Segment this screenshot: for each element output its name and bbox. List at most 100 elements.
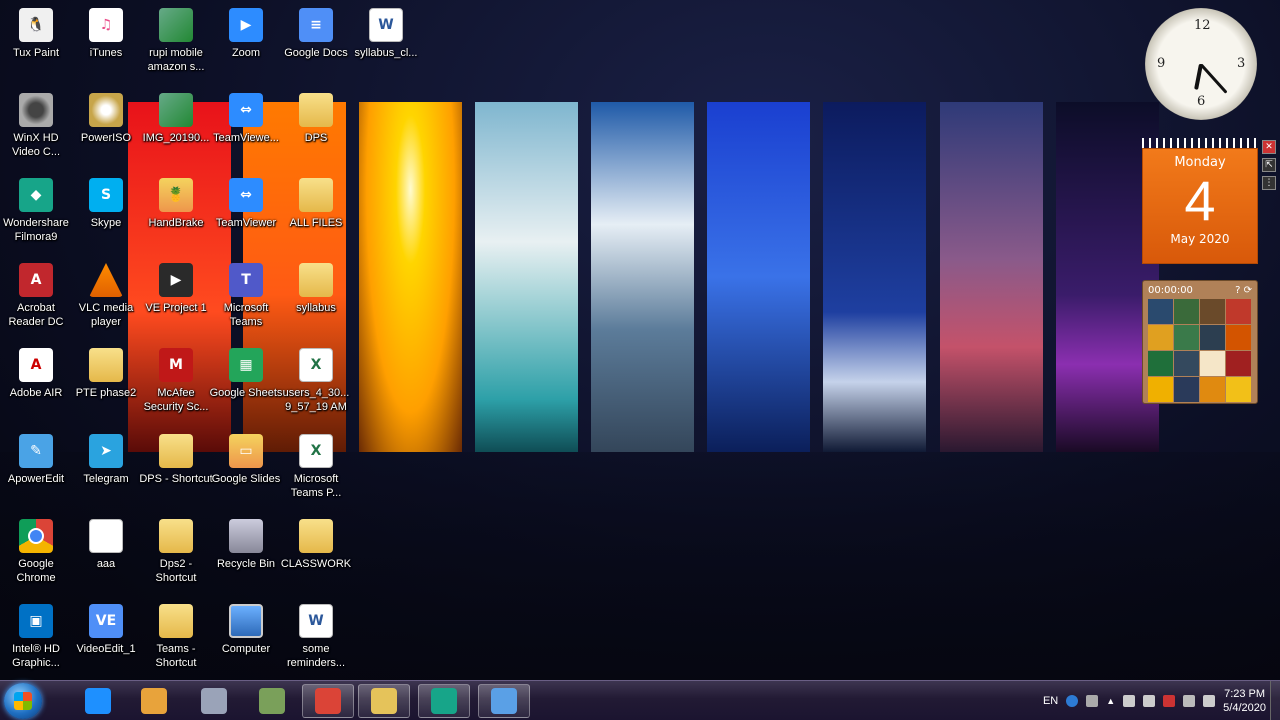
desktop-icon[interactable]: ▦ Google Sheets — [210, 348, 282, 432]
taskbar-button[interactable] — [358, 684, 410, 718]
help-icon[interactable] — [1066, 695, 1079, 707]
desktop-icon[interactable]: VE VideoEdit_1 — [70, 604, 142, 688]
puzzle-tile[interactable] — [1200, 351, 1225, 376]
desktop-icon[interactable]: syllabus — [280, 263, 352, 347]
puzzle-tile[interactable] — [1148, 351, 1173, 376]
desktop-icon[interactable]: S Skype — [70, 178, 142, 262]
clock-gadget[interactable]: 12 3 6 9 — [1145, 8, 1257, 120]
desktop-icon[interactable]: Xusers_4_30... 9_57_19 AM — [280, 348, 352, 432]
puzzle-tile[interactable] — [1148, 377, 1173, 402]
puzzle-controls-icon[interactable]: ? ⟳ — [1235, 285, 1252, 296]
gadget-close-icon[interactable]: ✕ — [1262, 140, 1276, 154]
desktop-icon[interactable]: rupi mobile amazon s... — [140, 8, 212, 92]
clock-tray[interactable]: 7:23 PM 5/4/2020 — [1223, 687, 1266, 715]
desktop-icon[interactable]: Wsome reminders... — [280, 604, 352, 688]
input-method-icon[interactable] — [1086, 695, 1099, 707]
language-indicator[interactable]: EN — [1043, 695, 1058, 707]
desktop-icon[interactable]: DPS — [280, 93, 352, 177]
desktop-icon[interactable]: 🐧 Tux Paint — [0, 8, 72, 92]
filmora-icon: ◆ — [19, 178, 53, 212]
taskbar-button[interactable] — [72, 684, 124, 718]
puzzle-tile[interactable] — [1226, 299, 1251, 324]
network-warning-icon[interactable] — [1163, 695, 1176, 707]
winx-icon — [19, 93, 53, 127]
taskbar-button[interactable] — [302, 684, 354, 718]
desktop-icon-label: Intel® HD Graphic... — [12, 643, 60, 669]
desktop-icon[interactable]: Wsyllabus_cl... — [350, 8, 422, 92]
desktop-icon-label: TeamViewe... — [213, 132, 279, 144]
puzzle-tile[interactable] — [1174, 325, 1199, 350]
text-file-icon — [89, 519, 123, 553]
desktop-icon[interactable]: T Microsoft Teams — [210, 263, 282, 347]
puzzle-tile[interactable] — [1226, 325, 1251, 350]
puzzle-tile[interactable] — [1148, 325, 1173, 350]
desktop-icon[interactable]: ▶ Zoom — [210, 8, 282, 92]
calendar-gadget[interactable]: Monday 4 May 2020 — [1142, 138, 1258, 264]
acrobat-icon: A — [19, 263, 53, 297]
taskbar-button[interactable] — [418, 684, 470, 718]
desktop-icon[interactable]: ▶ VE Project 1 — [140, 263, 212, 347]
desktop-icon-label: Dps2 - Shortcut — [155, 558, 197, 584]
desktop-icon[interactable]: ⇔ TeamViewer — [210, 178, 282, 262]
desktop-icon[interactable]: 🍍 HandBrake — [140, 178, 212, 262]
desktop-icon[interactable]: M McAfee Security Sc... — [140, 348, 212, 432]
desktop-icon[interactable]: WinX HD Video C... — [0, 93, 72, 177]
desktop-icon[interactable]: Teams - Shortcut — [140, 604, 212, 688]
apoweredit-icon: ✎ — [19, 434, 53, 468]
desktop-icon[interactable]: ALL FILES — [280, 178, 352, 262]
desktop-icon[interactable]: Computer — [210, 604, 282, 688]
desktop-icon[interactable]: ▣ Intel® HD Graphic... — [0, 604, 72, 688]
desktop-icon[interactable]: A Acrobat Reader DC — [0, 263, 72, 347]
desktop-icon[interactable]: A Adobe AIR — [0, 348, 72, 432]
desktop-icon[interactable]: Recycle Bin — [210, 519, 282, 603]
google-slides-icon: ▭ — [229, 434, 263, 468]
gadget-drag-handle-icon[interactable]: ⋮ — [1262, 176, 1276, 190]
desktop-icon[interactable]: IMG_20190... — [140, 93, 212, 177]
desktop-icon[interactable]: PowerISO — [70, 93, 142, 177]
show-hidden-icons-icon[interactable]: ▲ — [1106, 696, 1115, 706]
puzzle-tile[interactable] — [1174, 377, 1199, 402]
picture-puzzle-gadget[interactable]: 00:00:00 ? ⟳ — [1142, 280, 1258, 404]
taskbar-button[interactable] — [188, 684, 240, 718]
signal-icon[interactable] — [1183, 695, 1196, 707]
puzzle-tile[interactable] — [1200, 299, 1225, 324]
desktop-icon[interactable]: Google Chrome — [0, 519, 72, 603]
desktop-icon[interactable]: CLASSWORK — [280, 519, 352, 603]
puzzle-tile[interactable] — [1174, 299, 1199, 324]
desktop-icon[interactable]: ⇔ TeamViewe... — [210, 93, 282, 177]
desktop-icon-label: some reminders... — [286, 643, 346, 669]
taskbar-button[interactable] — [478, 684, 530, 718]
desktop-icon-label: Computer — [221, 643, 271, 655]
puzzle-tile[interactable] — [1226, 351, 1251, 376]
wallpaper-strip-yellow — [359, 102, 462, 452]
puzzle-tile[interactable] — [1226, 377, 1251, 402]
chrome-icon — [19, 519, 53, 553]
desktop-icon[interactable]: ✎ ApowerEdit — [0, 434, 72, 518]
desktop-icon[interactable]: ➤ Telegram — [70, 434, 142, 518]
volume-icon[interactable] — [1203, 695, 1216, 707]
power-icon[interactable] — [1143, 695, 1156, 707]
puzzle-tile[interactable] — [1148, 299, 1173, 324]
usb-device-icon[interactable] — [1123, 695, 1136, 707]
recycle-bin-icon — [229, 519, 263, 553]
show-desktop-button[interactable] — [1270, 681, 1280, 720]
excel-file-icon: X — [299, 434, 333, 468]
desktop-icon[interactable]: Dps2 - Shortcut — [140, 519, 212, 603]
puzzle-tile[interactable] — [1200, 325, 1225, 350]
puzzle-tile[interactable] — [1200, 377, 1225, 402]
desktop-icon[interactable]: ♫ iTunes — [70, 8, 142, 92]
desktop-icon[interactable]: aaa — [70, 519, 142, 603]
puzzle-tile[interactable] — [1174, 351, 1199, 376]
desktop-icon[interactable]: X Microsoft Teams P... — [280, 434, 352, 518]
desktop-icon[interactable]: ◆ Wondershare Filmora9 — [0, 178, 72, 262]
gadget-resize-icon[interactable]: ⇱ — [1262, 158, 1276, 172]
intel-graphics-icon: ▣ — [19, 604, 53, 638]
taskbar-button[interactable] — [128, 684, 180, 718]
desktop-icon[interactable]: PTE phase2 — [70, 348, 142, 432]
desktop-icon[interactable]: DPS - Shortcut — [139, 434, 213, 518]
start-button[interactable] — [4, 683, 42, 719]
desktop-icon[interactable]: ≡ Google Docs — [280, 8, 352, 92]
desktop-icon[interactable]: VLC media player — [70, 263, 142, 347]
desktop-icon[interactable]: ▭ Google Slides — [210, 434, 282, 518]
taskbar-button[interactable] — [246, 684, 298, 718]
